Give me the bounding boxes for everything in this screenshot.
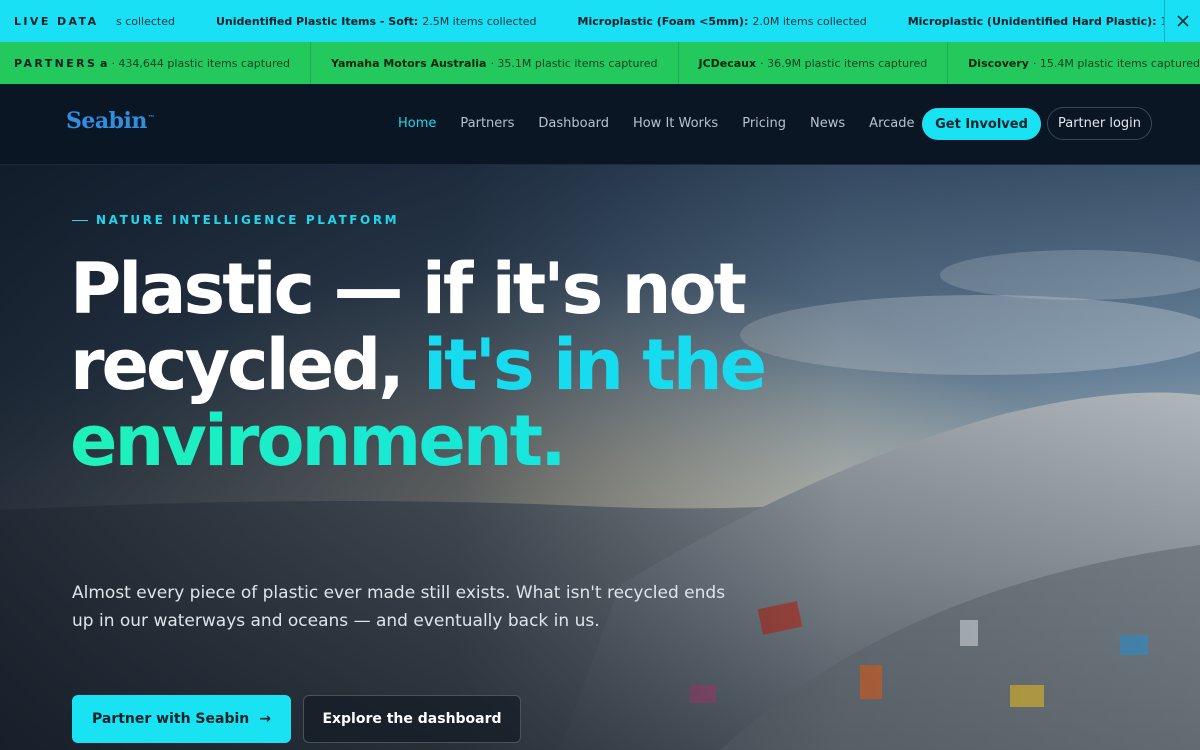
ticker-item: JCDecaux · 36.9M plastic items captured [698, 56, 928, 70]
hero-description: Almost every piece of plastic ever made … [72, 583, 726, 631]
nav-link-dashboard[interactable]: Dashboard [538, 116, 609, 131]
nav-link-partners[interactable]: Partners [460, 116, 514, 131]
partner-login-button[interactable]: Partner login [1047, 107, 1152, 140]
ticker-item: Microplastic (Foam <5mm): 2.0M items coll… [577, 14, 867, 28]
ticker-item: s collected [116, 14, 175, 28]
live-data-label: LIVE DATA [0, 0, 102, 42]
ticker-separator [947, 42, 949, 84]
hero-headline: Plastic — if it's not recycled, it's in … [70, 248, 767, 482]
headline-highlight-cyan: it's in the [423, 324, 767, 406]
ticker-item: Yamaha Motors Australia · 35.1M plastic i… [331, 56, 658, 70]
ticker-separator [677, 42, 679, 84]
ticker-item: a · 434,644 plastic items captured [100, 56, 291, 70]
close-icon [1176, 15, 1189, 27]
hero-eyebrow: NATURE INTELLIGENCE PLATFORM [72, 213, 399, 227]
nav-link-news[interactable]: News [810, 116, 845, 131]
ticker-item: Unidentified Plastic Items - Soft: 2.5M i… [216, 14, 537, 28]
nav-link-how-it-works[interactable]: How It Works [633, 116, 718, 131]
live-data-track: s collected Unidentified Plastic Items -… [116, 0, 1164, 42]
explore-dashboard-button[interactable]: Explore the dashboard [303, 695, 521, 743]
partner-with-seabin-button[interactable]: Partner with Seabin → [72, 695, 291, 743]
nav-link-home[interactable]: Home [398, 116, 436, 131]
headline-highlight-green: environment. [70, 400, 567, 482]
arrow-right-icon: → [259, 711, 271, 727]
hero-section: NATURE INTELLIGENCE PLATFORM Plastic — i… [0, 165, 1200, 750]
nav-link-arcade[interactable]: Arcade [869, 116, 914, 131]
eyebrow-dash [72, 219, 88, 221]
nav-link-pricing[interactable]: Pricing [742, 116, 786, 131]
partners-ticker: PARTNERS a · 434,644 plastic items captur… [0, 42, 1200, 84]
partners-label: PARTNERS [0, 42, 100, 84]
ticker-item: Discovery · 15.4M plastic items captured [968, 56, 1200, 70]
close-ticker-button[interactable] [1164, 0, 1200, 42]
partners-track: a · 434,644 plastic items captured Yamaha… [100, 42, 1200, 84]
seabin-logo[interactable]: Seabin™ [66, 108, 155, 134]
ticker-separator [310, 42, 311, 84]
get-involved-button[interactable]: Get Involved [922, 108, 1041, 140]
live-data-ticker: LIVE DATA s collected Unidentified Plast… [0, 0, 1200, 42]
nav-menu: Home Partners Dashboard How It Works Pri… [386, 84, 927, 162]
ticker-item: Microplastic (Unidentified Hard Plastic)… [907, 14, 1164, 28]
